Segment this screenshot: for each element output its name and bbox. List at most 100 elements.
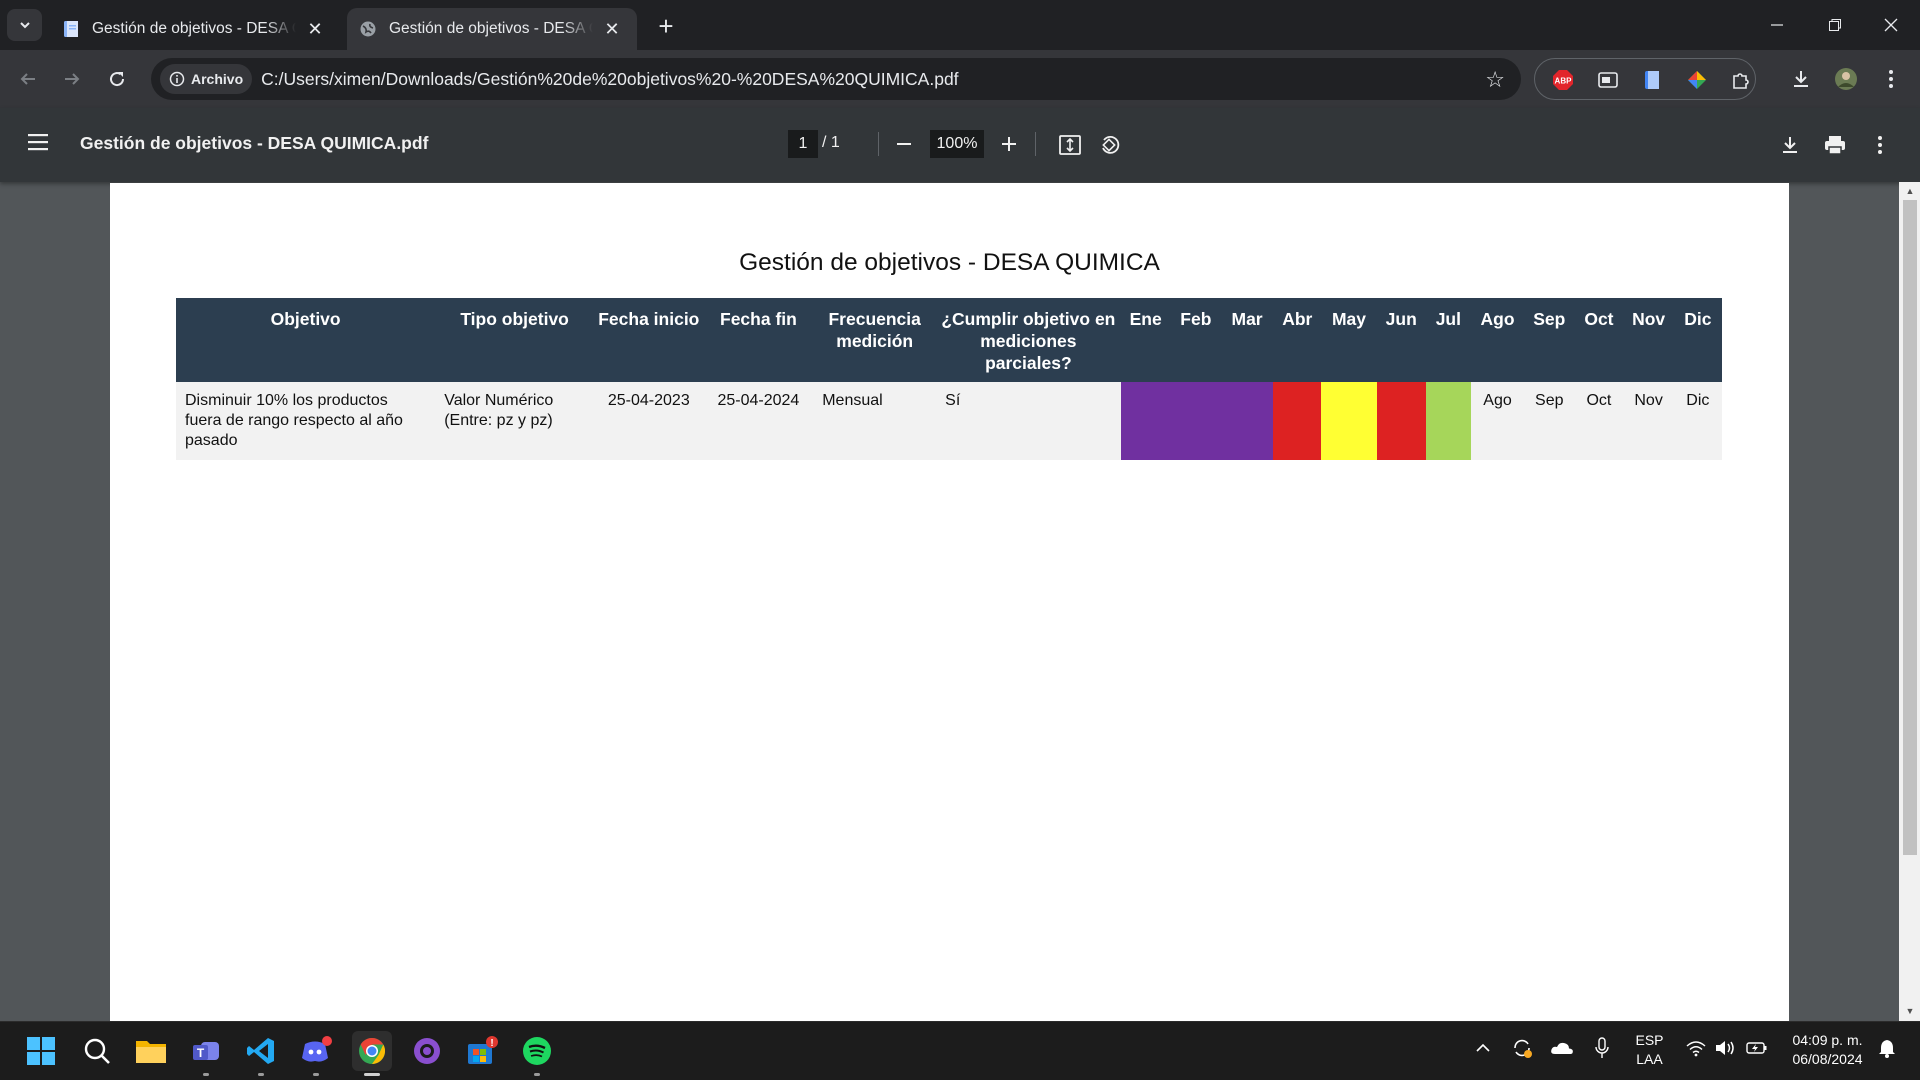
chrome-icon[interactable]	[352, 1031, 392, 1076]
scrollbar-thumb[interactable]	[1903, 200, 1917, 855]
new-tab-button[interactable]: +	[652, 11, 680, 41]
cell-tipo-objetivo: Valor Numérico (Entre: pz y pz)	[435, 382, 594, 460]
arrow-right-icon	[65, 73, 80, 85]
running-indicator	[203, 1073, 209, 1076]
sync-icon[interactable]	[1510, 1036, 1534, 1060]
search-icon[interactable]	[77, 1031, 117, 1071]
notification-bell-icon[interactable]	[1875, 1036, 1899, 1060]
puzzle-icon[interactable]	[1730, 69, 1752, 91]
reload-button[interactable]	[101, 63, 133, 95]
close-tab-icon[interactable]: ✕	[304, 18, 326, 40]
back-button[interactable]	[12, 63, 44, 95]
cell-frecuencia: Mensual	[813, 382, 937, 460]
adblock-plus-icon[interactable]: ABP	[1552, 69, 1574, 91]
column-header: Jul	[1425, 298, 1471, 382]
column-header: Ene	[1120, 298, 1171, 382]
svg-text:T: T	[197, 1046, 205, 1060]
table-row: Disminuir 10% los productos fuera de ran…	[176, 382, 1722, 460]
restore-button[interactable]	[1806, 0, 1864, 50]
column-header: Tipo objetivo	[435, 298, 594, 382]
language-indicator[interactable]: ESP LAA	[1627, 1031, 1672, 1069]
battery-charging-icon[interactable]	[1745, 1036, 1769, 1060]
running-indicator	[534, 1073, 540, 1076]
volume-icon[interactable]	[1713, 1036, 1737, 1060]
pdf-file-name: Gestión de objetivos - DESA QUIMICA.pdf	[80, 133, 429, 153]
vscode-icon[interactable]	[241, 1031, 281, 1076]
scroll-down-arrow-icon[interactable]: ▼	[1903, 1004, 1917, 1018]
pdf-page: Gestión de objetivos - DESA QUIMICA Obje…	[110, 183, 1789, 1021]
teams-icon[interactable]: T	[186, 1031, 226, 1076]
print-icon	[1825, 136, 1845, 155]
discord-icon[interactable]	[296, 1031, 336, 1076]
running-indicator	[313, 1073, 319, 1076]
spotify-icon[interactable]	[517, 1031, 557, 1076]
address-bar[interactable]: Archivo C:/Users/ximen/Downloads/Gestión…	[151, 58, 1521, 100]
browser-menu-button[interactable]	[1875, 63, 1907, 95]
column-header: Oct	[1574, 298, 1624, 382]
column-header: Fecha inicio	[594, 298, 704, 382]
cell-fecha-inicio: 25-04-2023	[594, 382, 704, 460]
scroll-up-arrow-icon[interactable]: ▲	[1903, 184, 1917, 198]
pdf-toolbar: Gestión de objetivos - DESA QUIMICA.pdf …	[0, 108, 1920, 182]
docs-extension-icon[interactable]	[1641, 69, 1663, 91]
minimize-button[interactable]	[1748, 0, 1806, 50]
clock-time: 04:09 p. m.	[1792, 1032, 1863, 1048]
tab-inactive[interactable]: Gestión de objetivos - DESA QUIMICA.pdf …	[50, 8, 340, 50]
column-header: ¿Cumplir objetivo en mediciones parciale…	[936, 298, 1121, 382]
tab-search-button[interactable]	[7, 9, 42, 41]
github-desktop-icon[interactable]	[407, 1031, 447, 1071]
column-header: Abr	[1273, 298, 1322, 382]
arrow-left-icon	[20, 73, 35, 85]
column-header: Nov	[1623, 298, 1674, 382]
url-text[interactable]: C:/Users/ximen/Downloads/Gestión%20de%20…	[261, 69, 958, 90]
downloads-button[interactable]	[1785, 63, 1817, 95]
windows-start-icon[interactable]	[21, 1031, 61, 1071]
column-header: Frecuencia medición	[813, 298, 937, 382]
bookmark-star-icon[interactable]: ☆	[1485, 67, 1505, 93]
window-extension-icon[interactable]	[1597, 69, 1619, 91]
cell-month-jul	[1425, 382, 1471, 460]
pdf-more-button[interactable]	[1865, 130, 1895, 160]
clock[interactable]: 04:09 p. m. 06/08/2024	[1780, 1031, 1875, 1069]
profile-avatar[interactable]	[1830, 63, 1862, 95]
download-icon	[1794, 71, 1808, 87]
microphone-icon[interactable]	[1590, 1036, 1614, 1060]
cell-month-ago: Ago	[1470, 382, 1525, 460]
cell-month-jun	[1376, 382, 1426, 460]
column-header: Sep	[1524, 298, 1575, 382]
microsoft-store-icon[interactable]: !	[462, 1031, 502, 1071]
onedrive-cloud-icon[interactable]	[1550, 1036, 1574, 1060]
cell-objetivo: Disminuir 10% los productos fuera de ran…	[176, 382, 436, 460]
tab-title: Gestión de objetivos - DESA QUIMICA.pdf	[92, 20, 296, 37]
close-icon	[1884, 18, 1898, 32]
running-indicator	[258, 1073, 264, 1076]
forward-button[interactable]	[56, 63, 88, 95]
plus-icon	[1002, 137, 1016, 151]
file-explorer-icon[interactable]	[131, 1031, 171, 1071]
site-info-chip[interactable]: Archivo	[160, 64, 253, 94]
rotate-button[interactable]	[1095, 130, 1125, 160]
zoom-in-button[interactable]	[995, 130, 1023, 158]
cell-month-ene	[1120, 382, 1171, 460]
print-button[interactable]	[1820, 130, 1850, 160]
wifi-icon[interactable]	[1684, 1036, 1708, 1060]
zoom-level-input[interactable]: 100%	[930, 130, 984, 158]
color-picker-extension-icon[interactable]	[1686, 69, 1708, 91]
page-total: / 1	[822, 134, 840, 151]
info-icon	[169, 71, 185, 87]
tab-strip: Gestión de objetivos - DESA QUIMICA.pdf …	[0, 0, 1920, 50]
chevron-up-icon[interactable]	[1471, 1036, 1495, 1060]
tab-title: Gestión de objetivos - DESA QUIMICA.pdf	[389, 20, 593, 37]
restore-icon	[1829, 19, 1841, 31]
minus-icon	[897, 143, 911, 145]
page-number-input[interactable]: 1	[788, 130, 818, 158]
fit-to-page-button[interactable]	[1055, 130, 1085, 160]
hamburger-menu-icon[interactable]	[26, 132, 54, 156]
pdf-download-button[interactable]	[1775, 130, 1805, 160]
keyboard-layout: LAA	[1636, 1051, 1663, 1067]
zoom-out-button[interactable]	[890, 130, 918, 158]
close-window-button[interactable]	[1862, 0, 1920, 50]
reload-icon	[110, 72, 125, 87]
close-tab-icon[interactable]: ✕	[601, 18, 623, 40]
tab-active[interactable]: Gestión de objetivos - DESA QUIMICA.pdf …	[347, 8, 637, 50]
